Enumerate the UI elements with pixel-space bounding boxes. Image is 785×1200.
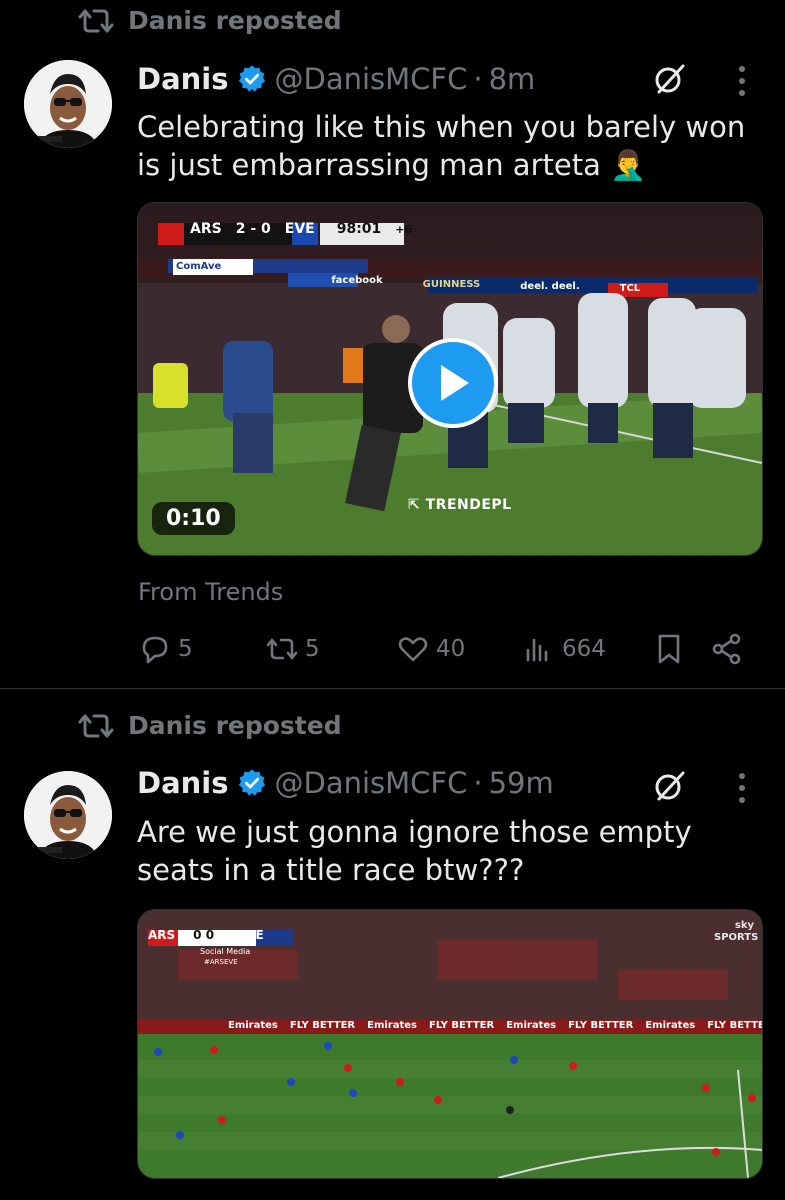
scoreboard: ARS 2 - 0 EVE 98:01 +6 (160, 219, 419, 239)
author-name[interactable]: Danis (137, 766, 229, 800)
heart-icon (398, 637, 428, 662)
ad-board: FLY BETTER (568, 1020, 634, 1031)
like-count: 40 (436, 636, 466, 662)
score-home: ARS (190, 221, 222, 237)
post-1[interactable]: Danis reposted Danis @DanisMCFC · 8m Cel… (0, 0, 785, 688)
avatar-image (24, 60, 112, 148)
author-handle[interactable]: @DanisMCFC (275, 62, 468, 96)
watermark-text: TRENDEPL (425, 497, 512, 513)
share-icon (712, 633, 741, 665)
scoreboard-sub-label: Social Media (200, 947, 251, 956)
author-name[interactable]: Danis (137, 62, 229, 96)
post-image[interactable]: ARS 0 0 EVE Social Media #ARSEVE sky SPO… (137, 909, 763, 1179)
action-bar: 5 5 40 664 (138, 632, 765, 672)
repost-label: Danis reposted (128, 711, 342, 740)
score-away: EVE (284, 221, 315, 237)
ad-board: Emirates (645, 1020, 696, 1031)
sponsor-board: GUINNESS (422, 279, 481, 290)
source-label[interactable]: From Trends (138, 578, 283, 606)
repost-icon (78, 9, 114, 32)
broadcaster-logo: sky SPORTS (714, 920, 759, 943)
added-time: +6 (395, 222, 413, 236)
repost-indicator: Danis reposted (78, 711, 342, 740)
sponsor-board: TCL (619, 283, 641, 294)
post-text: Celebrating like this when you barely wo… (137, 110, 746, 182)
reply-icon (142, 636, 168, 664)
score-away: EVE (238, 928, 264, 942)
scoreboard-hashtag: #ARSEVE (204, 958, 238, 966)
sponsor-board: deel. deel. (520, 281, 580, 292)
reply-count: 5 (178, 636, 193, 662)
sponsor-board: ComAve (176, 261, 222, 272)
bookmark-button[interactable] (652, 632, 686, 666)
share-button[interactable] (710, 632, 744, 666)
avatar[interactable] (24, 60, 112, 148)
repost-label: Danis reposted (128, 6, 342, 35)
author-handle[interactable]: @DanisMCFC (275, 766, 468, 800)
grok-icon[interactable] (653, 769, 687, 803)
score-value: 0 0 (193, 928, 215, 942)
play-icon (441, 365, 469, 401)
video-duration: 0:10 (152, 502, 235, 535)
repost-indicator: Danis reposted (78, 6, 342, 35)
repost-count: 5 (305, 636, 320, 662)
video-player[interactable]: ARS 2 - 0 EVE 98:01 +6 ComAve facebook G… (137, 202, 763, 556)
reply-button[interactable]: 5 (138, 632, 193, 666)
separator-dot: · (473, 62, 483, 96)
video-watermark: ⇱ TRENDEPL (408, 497, 512, 513)
ad-board: Emirates (367, 1020, 417, 1031)
avatar[interactable] (24, 771, 112, 859)
bookmark-icon (658, 634, 680, 664)
ad-board: FLY BETTER (428, 1020, 495, 1031)
ad-board: FLY BETTER (289, 1020, 356, 1031)
views-icon (526, 638, 548, 662)
ad-board: Emirates (228, 1020, 278, 1031)
separator-dot: · (473, 766, 483, 800)
like-button[interactable]: 40 (396, 632, 465, 666)
score-value: 2 - 0 (235, 221, 271, 237)
post-text: Are we just gonna ignore those empty sea… (137, 815, 692, 887)
sponsor-board: facebook (331, 275, 383, 286)
sponsor-boards: ComAve facebook GUINNESS deel. deel. TCL (176, 261, 640, 294)
verified-badge-icon (238, 769, 265, 796)
more-options-icon[interactable] (737, 771, 747, 805)
match-clock: 98:01 (336, 221, 382, 237)
ad-board: FLY BETTER (707, 1020, 762, 1031)
play-button[interactable] (408, 338, 498, 428)
views-button[interactable]: 664 (522, 632, 606, 666)
avatar-image (24, 771, 112, 859)
more-options-icon[interactable] (737, 64, 747, 98)
post-time[interactable]: 8m (489, 62, 536, 96)
repost-icon (78, 714, 114, 737)
score-home: ARS (148, 928, 176, 942)
grok-icon[interactable] (653, 62, 687, 96)
ad-board: Emirates (506, 1020, 557, 1031)
image-scoreboard: ARS 0 0 EVE (148, 928, 264, 942)
ad-boards: Emirates FLY BETTER Emirates FLY BETTER … (138, 1020, 762, 1034)
repost-button[interactable]: 5 (265, 632, 320, 666)
view-count: 664 (562, 636, 606, 662)
verified-badge-icon (238, 65, 265, 92)
post-time[interactable]: 59m (489, 766, 554, 800)
repost-icon (266, 638, 298, 660)
post-2[interactable]: Danis reposted Danis @DanisMCFC · 59m Ar… (0, 689, 785, 1200)
